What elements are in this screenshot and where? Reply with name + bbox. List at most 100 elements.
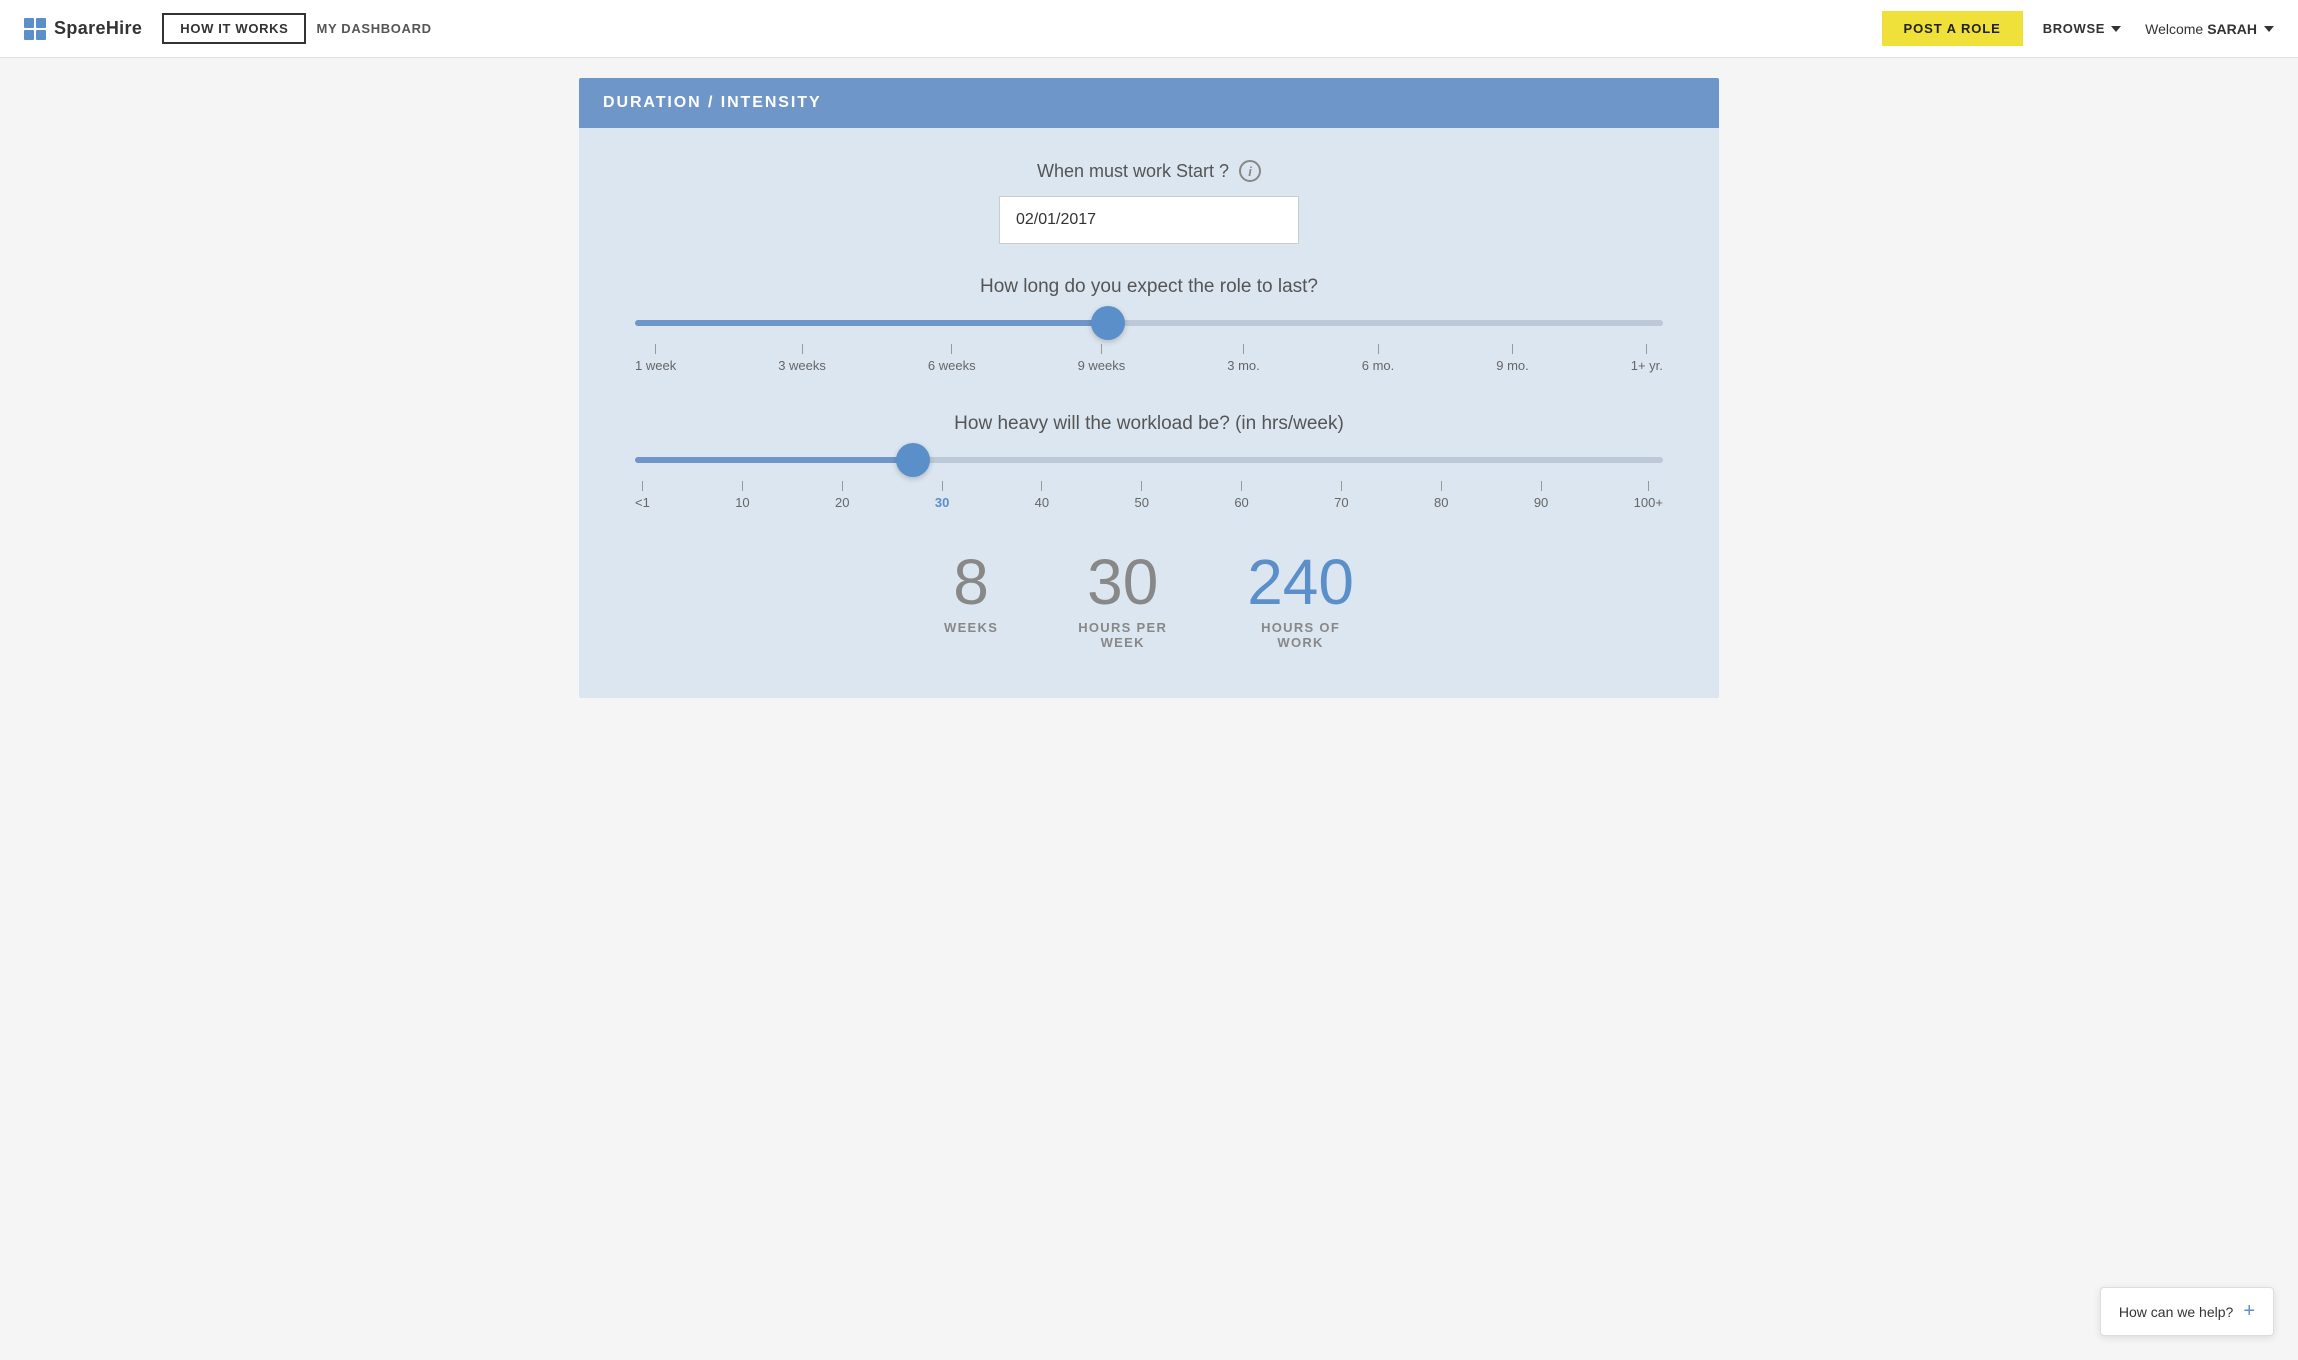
- summary-row: 8 WEEKS 30 HOURS PERWEEK 240 HOURS OFWOR…: [619, 550, 1679, 650]
- tick-label: 70: [1334, 495, 1348, 510]
- tick-item: 20: [835, 481, 849, 510]
- tick-mark: [1141, 481, 1142, 491]
- my-dashboard-button[interactable]: MY DASHBOARD: [316, 21, 431, 36]
- logo-squares: [24, 18, 46, 40]
- tick-mark: [1243, 344, 1244, 354]
- help-widget[interactable]: How can we help? +: [2100, 1287, 2274, 1336]
- workload-slider-ticks: <1 10 20 30 40 50 60 70 80 90 100+: [635, 481, 1663, 510]
- tick-label: 90: [1534, 495, 1548, 510]
- tick-label: 3 mo.: [1227, 358, 1260, 373]
- tick-item: 80: [1434, 481, 1448, 510]
- start-date-label: When must work Start ?: [1037, 161, 1229, 182]
- tick-label: 20: [835, 495, 849, 510]
- weeks-unit: WEEKS: [944, 620, 998, 635]
- tick-mark: [1378, 344, 1379, 354]
- help-label: How can we help?: [2119, 1304, 2233, 1320]
- tick-label: <1: [635, 495, 650, 510]
- workload-slider-label: How heavy will the workload be? (in hrs/…: [619, 413, 1679, 435]
- help-plus-icon: +: [2243, 1300, 2255, 1323]
- tick-item: 9 mo.: [1496, 344, 1529, 373]
- workload-slider-section: How heavy will the workload be? (in hrs/…: [619, 413, 1679, 510]
- post-role-button[interactable]: POST A ROLE: [1882, 11, 2023, 46]
- tick-label: 6 mo.: [1362, 358, 1395, 373]
- duration-slider-thumb[interactable]: [1091, 306, 1125, 340]
- tick-item: 1+ yr.: [1631, 344, 1663, 373]
- start-date-info-icon[interactable]: i: [1239, 160, 1261, 182]
- hours-of-work-unit: HOURS OFWORK: [1261, 620, 1340, 650]
- main-content: DURATION / INTENSITY When must work Star…: [0, 58, 2298, 718]
- tick-label: 50: [1135, 495, 1149, 510]
- tick-mark: [1441, 481, 1442, 491]
- tick-item: 40: [1035, 481, 1049, 510]
- tick-label: 1 week: [635, 358, 676, 373]
- tick-mark: [942, 481, 943, 491]
- tick-mark: [1341, 481, 1342, 491]
- hours-of-work-summary: 240 HOURS OFWORK: [1247, 550, 1354, 650]
- workload-slider-track[interactable]: [635, 457, 1663, 463]
- duration-slider-container: 1 week 3 weeks 6 weeks 9 weeks 3 mo. 6 mo. 9 m…: [619, 320, 1679, 373]
- workload-slider-fill: [635, 457, 913, 463]
- duration-slider-fill: [635, 320, 1108, 326]
- tick-label: 100+: [1634, 495, 1663, 510]
- tick-mark: [1101, 344, 1102, 354]
- start-date-input[interactable]: [999, 196, 1299, 244]
- tick-mark: [655, 344, 656, 354]
- tick-mark: [1646, 344, 1647, 354]
- tick-mark: [802, 344, 803, 354]
- start-date-group: When must work Start ? i: [619, 160, 1679, 244]
- tick-label: 30: [935, 495, 949, 510]
- tick-label: 40: [1035, 495, 1049, 510]
- tick-item: 3 weeks: [778, 344, 826, 373]
- workload-slider-container: <1 10 20 30 40 50 60 70 80 90 100+: [619, 457, 1679, 510]
- logo-text: SpareHire: [54, 18, 142, 39]
- browse-chevron-icon: [2111, 26, 2121, 32]
- navbar: SpareHire HOW IT WORKS MY DASHBOARD POST…: [0, 0, 2298, 58]
- tick-item: 100+: [1634, 481, 1663, 510]
- tick-label: 3 weeks: [778, 358, 826, 373]
- hours-of-work-value: 240: [1247, 550, 1354, 614]
- section-header: DURATION / INTENSITY: [579, 78, 1719, 128]
- tick-item: 3 mo.: [1227, 344, 1260, 373]
- duration-slider-section: How long do you expect the role to last?…: [619, 276, 1679, 373]
- tick-label: 9 weeks: [1078, 358, 1126, 373]
- tick-label: 6 weeks: [928, 358, 976, 373]
- welcome-text: Welcome SARAH: [2145, 21, 2274, 37]
- section-body: When must work Start ? i How long do you…: [579, 128, 1719, 698]
- tick-item: 10: [735, 481, 749, 510]
- tick-item: 90: [1534, 481, 1548, 510]
- tick-mark: [742, 481, 743, 491]
- tick-item: 60: [1234, 481, 1248, 510]
- duration-intensity-card: DURATION / INTENSITY When must work Star…: [579, 78, 1719, 698]
- tick-mark: [1241, 481, 1242, 491]
- tick-mark: [842, 481, 843, 491]
- hours-per-week-unit: HOURS PERWEEK: [1078, 620, 1167, 650]
- tick-item: <1: [635, 481, 650, 510]
- tick-item: 50: [1135, 481, 1149, 510]
- hours-per-week-summary: 30 HOURS PERWEEK: [1078, 550, 1167, 650]
- tick-item: 6 mo.: [1362, 344, 1395, 373]
- how-it-works-button[interactable]: HOW IT WORKS: [162, 13, 306, 44]
- weeks-value: 8: [953, 550, 989, 614]
- tick-item: 30: [935, 481, 949, 510]
- tick-item: 70: [1334, 481, 1348, 510]
- start-date-label-row: When must work Start ? i: [1037, 160, 1261, 182]
- duration-slider-label: How long do you expect the role to last?: [619, 276, 1679, 298]
- tick-item: 6 weeks: [928, 344, 976, 373]
- browse-button[interactable]: BROWSE: [2043, 21, 2121, 36]
- section-title: DURATION / INTENSITY: [603, 94, 822, 111]
- tick-item: 1 week: [635, 344, 676, 373]
- duration-slider-track[interactable]: [635, 320, 1663, 326]
- tick-mark: [1512, 344, 1513, 354]
- tick-mark: [1648, 481, 1649, 491]
- tick-mark: [1041, 481, 1042, 491]
- tick-label: 1+ yr.: [1631, 358, 1663, 373]
- logo[interactable]: SpareHire: [24, 18, 142, 40]
- hours-per-week-value: 30: [1087, 550, 1158, 614]
- user-dropdown-icon[interactable]: [2264, 26, 2274, 32]
- duration-slider-ticks: 1 week 3 weeks 6 weeks 9 weeks 3 mo. 6 mo. 9 m…: [635, 344, 1663, 373]
- tick-label: 9 mo.: [1496, 358, 1529, 373]
- tick-mark: [642, 481, 643, 491]
- workload-slider-thumb[interactable]: [896, 443, 930, 477]
- tick-item: 9 weeks: [1078, 344, 1126, 373]
- tick-mark: [1541, 481, 1542, 491]
